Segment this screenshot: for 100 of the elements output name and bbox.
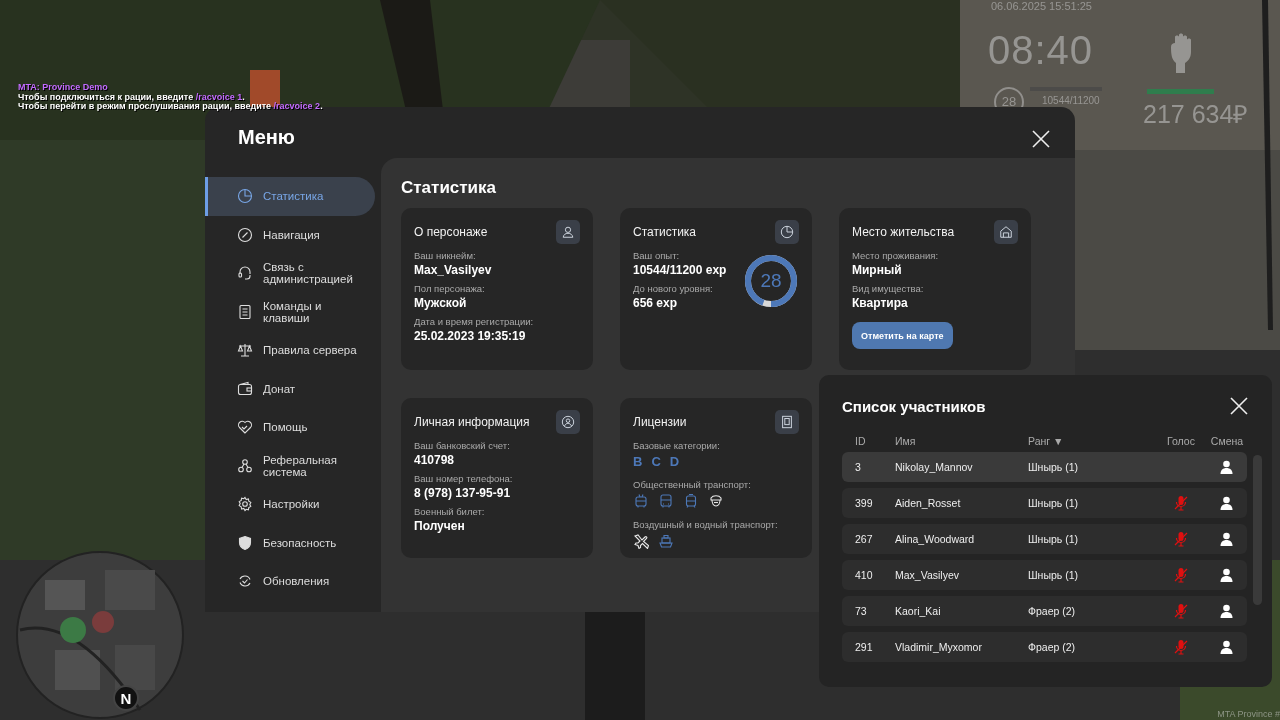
network-icon xyxy=(237,457,253,474)
sidebar-item[interactable]: Команды и клавиши xyxy=(205,292,375,331)
participant-row[interactable]: 291 Vladimir_Myxomor Фраер (2) xyxy=(842,632,1247,662)
field-label: Место проживания: xyxy=(852,250,940,261)
table-cell-text: Alina_Woodward xyxy=(895,533,976,545)
participant-row[interactable]: 399 Aiden_Rosset Шнырь (1) xyxy=(842,488,1247,518)
participant-row[interactable]: 73 Kaori_Kai Фраер (2) xyxy=(842,596,1247,626)
map-button[interactable]: Отметить на карте xyxy=(852,322,953,349)
field-label: Ваш никнейм: xyxy=(414,250,477,261)
card-title: Статистика xyxy=(633,225,697,239)
level-ring-icon xyxy=(744,254,798,308)
table-cell-text: Kaori_Kai xyxy=(895,605,942,617)
field-value: Max_Vasilyev xyxy=(414,263,493,277)
table-cell-text: 73 xyxy=(855,605,868,617)
sidebar-item[interactable]: Реферальная система xyxy=(205,446,375,485)
card-title: Личная информация xyxy=(414,415,530,429)
sidebar-item[interactable]: Настройки xyxy=(205,485,375,524)
license-category: C xyxy=(651,454,661,469)
field-label: Ваш опыт: xyxy=(633,250,681,261)
sidebar-item[interactable]: Правила сервера xyxy=(205,331,375,370)
level-number: 28 xyxy=(760,270,782,292)
person-icon[interactable] xyxy=(1220,460,1233,474)
card-title: Лицензии xyxy=(633,415,687,429)
id-card-icon xyxy=(775,410,799,434)
table-cell-text: Шнырь (1) xyxy=(1028,497,1080,509)
table-cell-text: 291 xyxy=(855,641,874,653)
chat-message: Чтобы подключиться к рации, введите /racvoice 1. xyxy=(18,92,246,102)
pie-chart-icon xyxy=(237,188,253,205)
table-cell-text: Aiden_Rosset xyxy=(895,497,962,509)
participant-row[interactable]: 267 Alina_Woodward Шнырь (1) xyxy=(842,524,1247,554)
table-cell-text: Шнырь (1) xyxy=(1028,569,1080,581)
close-icon[interactable] xyxy=(1230,397,1248,415)
shield-icon xyxy=(237,534,253,551)
sidebar-item[interactable]: Помощь xyxy=(205,408,375,447)
participant-row[interactable]: 3 Nikolay_Mannov Шнырь (1) xyxy=(842,452,1247,482)
health-bar xyxy=(1147,89,1214,94)
field-value: Получен xyxy=(414,519,466,533)
table-cell-text: 399 xyxy=(855,497,874,509)
field-label: Пол персонажа: xyxy=(414,283,486,294)
field-label: Ваш номер телефона: xyxy=(414,473,514,484)
column-header[interactable]: Имя xyxy=(895,435,1028,447)
field-label: Вид имущества: xyxy=(852,283,925,294)
license-category: B xyxy=(633,454,643,469)
close-icon[interactable] xyxy=(1031,129,1051,149)
field-label: Базовые категории: xyxy=(633,440,721,451)
table-cell-text: 267 xyxy=(855,533,874,545)
scales-icon xyxy=(237,342,253,359)
table-cell-text: Фраер (2) xyxy=(1028,641,1077,653)
settings-icon xyxy=(237,496,253,513)
table-cell-text: Фраер (2) xyxy=(1028,605,1077,617)
wallet-icon xyxy=(237,380,253,397)
field-label: Военный билет: xyxy=(414,506,486,517)
person-icon[interactable] xyxy=(1220,604,1233,618)
table-cell-text: Max_Vasilyev xyxy=(895,569,960,581)
field-label: Общественный транспорт: xyxy=(633,479,752,490)
person-icon[interactable] xyxy=(1220,568,1233,582)
field-value: 10544/11200 exp xyxy=(633,263,728,277)
game-clock: 08:40 xyxy=(988,28,1094,73)
server-label: MTA Province # xyxy=(1217,709,1280,719)
refresh-icon xyxy=(237,573,253,590)
sidebar-item[interactable]: Статистика xyxy=(205,177,375,216)
person-icon[interactable] xyxy=(1220,496,1233,510)
table-cell-text: Шнырь (1) xyxy=(1028,533,1080,545)
column-header[interactable]: Голос xyxy=(1167,435,1195,447)
field-value: 410798 xyxy=(414,453,456,467)
chat-message: MTA: Province Demo xyxy=(18,83,109,93)
sidebar-item[interactable]: Донат xyxy=(205,369,375,408)
date-time: 06.06.2025 15:51:25 xyxy=(991,0,1092,12)
field-label: До нового уровня: xyxy=(633,283,714,294)
player-level: 28 xyxy=(1000,94,1018,109)
card-title: Место жительства xyxy=(852,225,955,239)
sidebar-item[interactable]: Навигация xyxy=(205,215,375,254)
menu-title: Меню xyxy=(238,126,295,149)
sidebar-item[interactable]: Безопасность xyxy=(205,523,375,562)
document-icon xyxy=(237,303,253,320)
field-label: Воздушный и водный транспорт: xyxy=(633,519,779,530)
participant-row[interactable]: 410 Max_Vasilyev Шнырь (1) xyxy=(842,560,1247,590)
table-cell-text: Шнырь (1) xyxy=(1028,461,1080,473)
sidebar-item[interactable]: Обновления xyxy=(205,562,375,601)
money-amount: 217 634₽ xyxy=(1143,99,1249,130)
field-value: Квартира xyxy=(852,296,909,310)
headset-icon xyxy=(237,265,253,282)
person-icon[interactable] xyxy=(1220,532,1233,546)
column-header[interactable]: Ранг ▼ xyxy=(1028,435,1156,447)
field-label: Дата и время регистрации: xyxy=(414,316,535,327)
sidebar-item[interactable]: Связь с администрацией xyxy=(205,254,375,293)
column-header[interactable]: ID xyxy=(855,435,895,447)
section-title: Статистика xyxy=(401,178,498,198)
person-icon[interactable] xyxy=(1220,640,1233,654)
field-value: Мирный xyxy=(852,263,903,277)
field-value: Мужской xyxy=(414,296,468,310)
table-cell-text: Nikolay_Mannov xyxy=(895,461,974,473)
pie-chart-icon xyxy=(775,220,799,244)
table-cell-text: Vladimir_Myxomor xyxy=(895,641,983,653)
card-title: О персонаже xyxy=(414,225,488,239)
experience-count: 10544/11200 xyxy=(1042,95,1100,106)
column-header[interactable]: Смена xyxy=(1210,435,1244,447)
field-label: Ваш банковский счет: xyxy=(414,440,511,451)
license-category: D xyxy=(669,454,680,469)
field-value: 25.02.2023 19:35:19 xyxy=(414,329,527,343)
